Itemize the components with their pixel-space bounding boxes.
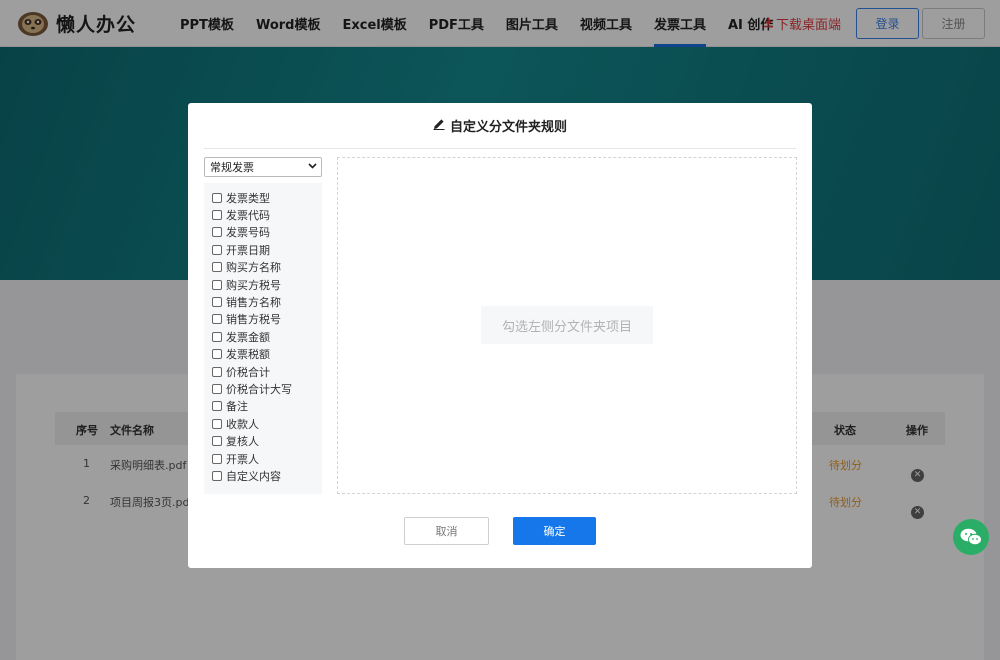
field-checkbox-item[interactable]: 发票金额 xyxy=(204,328,322,345)
field-checkbox-item[interactable]: 开票人 xyxy=(204,450,322,467)
checkbox[interactable] xyxy=(212,401,222,412)
checkbox[interactable] xyxy=(212,192,222,203)
field-panel: 常规发票 发票类型发票代码发票号码开票日期购买方名称购买方税号销售方名称销售方税… xyxy=(204,157,322,494)
checkbox[interactable] xyxy=(212,470,222,481)
checkbox[interactable] xyxy=(212,262,222,273)
field-checkbox-item[interactable]: 发票号码 xyxy=(204,224,322,241)
checkbox[interactable] xyxy=(212,383,222,394)
confirm-button[interactable]: 确定 xyxy=(513,517,596,545)
field-label: 开票人 xyxy=(226,452,259,466)
chevron-down-icon xyxy=(308,161,317,173)
checkbox[interactable] xyxy=(212,227,222,238)
field-checkbox-item[interactable]: 发票类型 xyxy=(204,189,322,206)
field-label: 备注 xyxy=(226,400,248,414)
field-label: 销售方税号 xyxy=(226,313,281,327)
field-checkbox-item[interactable]: 自定义内容 xyxy=(204,467,322,484)
field-checkbox-item[interactable]: 价税合计 xyxy=(204,363,322,380)
checkbox[interactable] xyxy=(212,331,222,342)
field-checkbox-item[interactable]: 销售方名称 xyxy=(204,293,322,310)
field-checkbox-item[interactable]: 开票日期 xyxy=(204,241,322,258)
field-label: 自定义内容 xyxy=(226,469,281,483)
field-label: 购买方名称 xyxy=(226,261,281,275)
checkbox[interactable] xyxy=(212,418,222,429)
field-label: 发票金额 xyxy=(226,330,270,344)
field-checkbox-item[interactable]: 备注 xyxy=(204,398,322,415)
folder-rule-drop-area: 勾选左侧分文件夹项目 xyxy=(337,157,797,494)
checkbox[interactable] xyxy=(212,453,222,464)
field-label: 发票代码 xyxy=(226,209,270,223)
checkbox[interactable] xyxy=(212,297,222,308)
cancel-button[interactable]: 取消 xyxy=(404,517,489,545)
field-checkbox-item[interactable]: 发票税额 xyxy=(204,346,322,363)
field-label: 复核人 xyxy=(226,435,259,449)
field-checkbox-item[interactable]: 购买方税号 xyxy=(204,276,322,293)
checkbox[interactable] xyxy=(212,279,222,290)
checkbox[interactable] xyxy=(212,244,222,255)
modal-title: 自定义分文件夹规则 xyxy=(449,120,567,135)
checkbox[interactable] xyxy=(212,314,222,325)
modal-header: 自定义分文件夹规则 xyxy=(204,103,796,149)
wechat-icon xyxy=(960,528,982,546)
field-checkbox-item[interactable]: 发票代码 xyxy=(204,206,322,223)
field-checkbox-item[interactable]: 复核人 xyxy=(204,432,322,449)
field-checkbox-item[interactable]: 销售方税号 xyxy=(204,311,322,328)
select-value: 常规发票 xyxy=(210,161,254,174)
field-label: 发票号码 xyxy=(226,226,270,240)
field-label: 发票税额 xyxy=(226,348,270,362)
field-label: 价税合计大写 xyxy=(226,382,292,396)
invoice-type-select[interactable]: 常规发票 xyxy=(204,157,322,177)
edit-icon xyxy=(433,118,445,134)
field-checkbox-list: 发票类型发票代码发票号码开票日期购买方名称购买方税号销售方名称销售方税号发票金额… xyxy=(204,183,322,494)
field-label: 购买方税号 xyxy=(226,278,281,292)
field-label: 销售方名称 xyxy=(226,296,281,310)
empty-placeholder: 勾选左侧分文件夹项目 xyxy=(481,306,653,344)
checkbox[interactable] xyxy=(212,349,222,360)
wechat-float-button[interactable] xyxy=(953,519,989,555)
field-label: 开票日期 xyxy=(226,243,270,257)
field-checkbox-item[interactable]: 购买方名称 xyxy=(204,259,322,276)
field-label: 价税合计 xyxy=(226,365,270,379)
checkbox[interactable] xyxy=(212,436,222,447)
folder-rule-modal: 自定义分文件夹规则 常规发票 发票类型发票代码发票号码开票日期购买方名称购买方税… xyxy=(188,103,812,568)
field-label: 发票类型 xyxy=(226,191,270,205)
checkbox[interactable] xyxy=(212,210,222,221)
field-checkbox-item[interactable]: 价税合计大写 xyxy=(204,380,322,397)
field-checkbox-item[interactable]: 收款人 xyxy=(204,415,322,432)
checkbox[interactable] xyxy=(212,366,222,377)
field-label: 收款人 xyxy=(226,417,259,431)
